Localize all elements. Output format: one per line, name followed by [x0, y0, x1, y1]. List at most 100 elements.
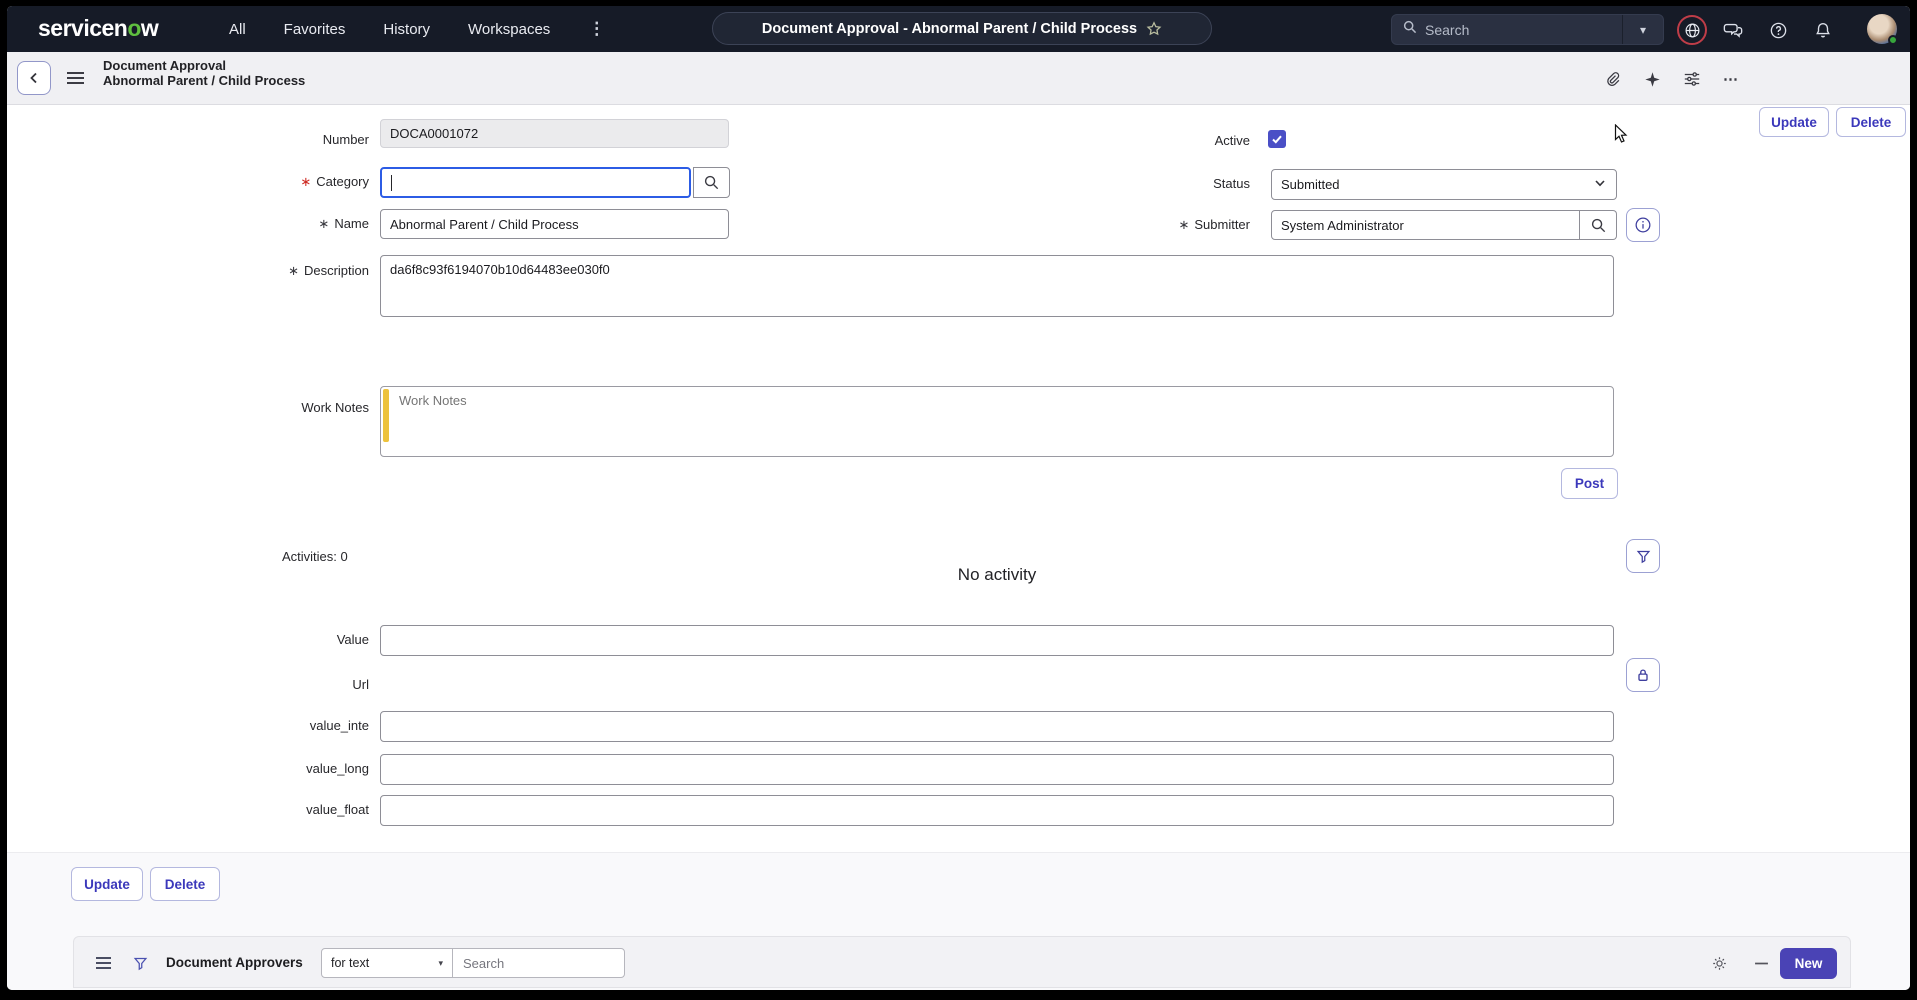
- required-indicator: ∗: [300, 174, 311, 189]
- global-search: ▾: [1391, 14, 1664, 45]
- value-float-label: value_float: [187, 802, 369, 818]
- status-select[interactable]: Submitted: [1271, 169, 1617, 200]
- servicenow-logo[interactable]: servicenow: [38, 15, 158, 42]
- no-activity-message: No activity: [958, 565, 1036, 585]
- mouse-cursor: [1614, 124, 1629, 149]
- category-label: ∗Category: [187, 174, 369, 190]
- text-caret: [391, 175, 392, 191]
- spark-icon: [1644, 71, 1661, 88]
- chevron-down-icon: ▾: [438, 958, 443, 969]
- user-avatar[interactable]: [1867, 14, 1897, 44]
- search-scope-dropdown[interactable]: ▾: [1622, 15, 1663, 44]
- chevron-down-icon: ▾: [1640, 23, 1646, 37]
- value-float-input[interactable]: [380, 795, 1614, 826]
- language-globe-button[interactable]: [1677, 15, 1707, 45]
- context-record-title: Document Approval - Abnormal Parent / Ch…: [762, 21, 1137, 37]
- global-search-input[interactable]: [1425, 22, 1622, 38]
- related-list-settings-button[interactable]: [1708, 952, 1730, 974]
- user-status-dot: [1888, 35, 1898, 45]
- value-inte-label: value_inte: [187, 718, 369, 734]
- search-icon: [704, 175, 719, 190]
- personalize-form-button[interactable]: [1681, 68, 1703, 90]
- search-icon: [1591, 218, 1606, 233]
- value-long-label: value_long: [187, 761, 369, 777]
- work-notes-stripe: [383, 389, 389, 442]
- post-button[interactable]: Post: [1561, 468, 1618, 499]
- work-notes-label: Work Notes: [187, 400, 369, 416]
- active-label: Active: [1068, 133, 1250, 149]
- activity-filter-button[interactable]: [1626, 539, 1660, 573]
- work-notes-textarea[interactable]: [380, 386, 1614, 457]
- related-list-search-input[interactable]: [452, 948, 625, 978]
- related-list-filter-button[interactable]: [129, 952, 151, 974]
- chevron-down-icon: [1594, 177, 1606, 192]
- related-list-new-button[interactable]: New: [1780, 948, 1837, 979]
- back-button[interactable]: [17, 61, 51, 95]
- globe-icon: [1684, 22, 1701, 39]
- gear-icon: [1711, 955, 1728, 972]
- delete-button[interactable]: Delete: [1836, 107, 1906, 137]
- minus-icon: [1754, 956, 1769, 971]
- ai-assist-button[interactable]: [1641, 68, 1663, 90]
- chevron-left-icon: [28, 72, 40, 84]
- notifications-button[interactable]: [1808, 15, 1838, 45]
- related-list-search-scope[interactable]: for text ▾: [321, 948, 453, 978]
- attachment-button[interactable]: [1601, 68, 1623, 90]
- number-input[interactable]: [380, 119, 729, 148]
- name-input[interactable]: [380, 209, 729, 239]
- required-indicator: ∗: [318, 216, 329, 231]
- nav-item-workspaces[interactable]: Workspaces: [468, 21, 550, 38]
- submitter-field-group: [1271, 210, 1617, 240]
- url-lock-button[interactable]: [1626, 658, 1660, 692]
- description-textarea[interactable]: da6f8c93f6194070b10d64483ee030f0: [380, 255, 1614, 317]
- active-checkbox[interactable]: [1268, 130, 1286, 148]
- help-button[interactable]: [1763, 15, 1793, 45]
- record-title: Document Approval Abnormal Parent / Chil…: [103, 58, 305, 88]
- paperclip-icon: [1604, 71, 1621, 88]
- nav-item-all[interactable]: All: [229, 21, 246, 38]
- nav-more-icon[interactable]: ⋮: [588, 19, 605, 39]
- top-nav: servicenow All Favorites History Workspa…: [7, 6, 1910, 52]
- required-indicator: ∗: [1178, 217, 1189, 232]
- related-list-partial-row: Document = Abnormal Parent / Child Proce…: [85, 989, 985, 990]
- help-icon: [1769, 21, 1788, 40]
- category-lookup-button[interactable]: [693, 167, 730, 198]
- nav-menu: All Favorites History Workspaces ⋮: [229, 6, 605, 52]
- category-field-group: [380, 167, 730, 198]
- more-actions-button[interactable]: ⋯: [1720, 68, 1742, 90]
- sliders-icon: [1683, 70, 1701, 88]
- description-label: ∗Description: [187, 263, 369, 279]
- activities-count-label: Activities: 0: [282, 549, 402, 565]
- check-icon: [1271, 133, 1283, 145]
- info-icon: [1634, 216, 1652, 234]
- bell-icon: [1814, 21, 1832, 39]
- footer-delete-button[interactable]: Delete: [150, 867, 220, 901]
- value-long-input[interactable]: [380, 754, 1614, 785]
- value-label: Value: [187, 632, 369, 648]
- value-input[interactable]: [380, 625, 1614, 656]
- form-context-menu-icon[interactable]: [67, 72, 84, 84]
- nav-item-favorites[interactable]: Favorites: [284, 21, 346, 38]
- connect-chat-button[interactable]: [1718, 15, 1748, 45]
- record-title-name: Abnormal Parent / Child Process: [103, 73, 305, 88]
- category-input[interactable]: [380, 167, 691, 198]
- related-list-menu-icon[interactable]: [96, 957, 111, 969]
- footer-update-button[interactable]: Update: [71, 867, 143, 901]
- funnel-icon: [1636, 549, 1651, 564]
- value-inte-input[interactable]: [380, 711, 1614, 742]
- url-label: Url: [187, 677, 369, 693]
- submitter-lookup-button[interactable]: [1580, 210, 1617, 240]
- form-header: Document Approval Abnormal Parent / Chil…: [7, 52, 1910, 105]
- app-window: servicenow All Favorites History Workspa…: [7, 6, 1910, 990]
- update-button[interactable]: Update: [1759, 107, 1829, 137]
- search-icon: [1403, 20, 1417, 39]
- required-indicator: ∗: [288, 263, 299, 278]
- logo-green-o: o: [127, 15, 141, 41]
- submitter-input[interactable]: [1271, 210, 1580, 240]
- submitter-preview-button[interactable]: [1626, 208, 1660, 242]
- context-record-pill[interactable]: Document Approval - Abnormal Parent / Ch…: [712, 12, 1212, 45]
- funnel-icon: [133, 956, 148, 971]
- related-list-collapse-button[interactable]: [1750, 952, 1772, 974]
- nav-item-history[interactable]: History: [383, 21, 430, 38]
- favorite-star-icon[interactable]: [1146, 21, 1162, 37]
